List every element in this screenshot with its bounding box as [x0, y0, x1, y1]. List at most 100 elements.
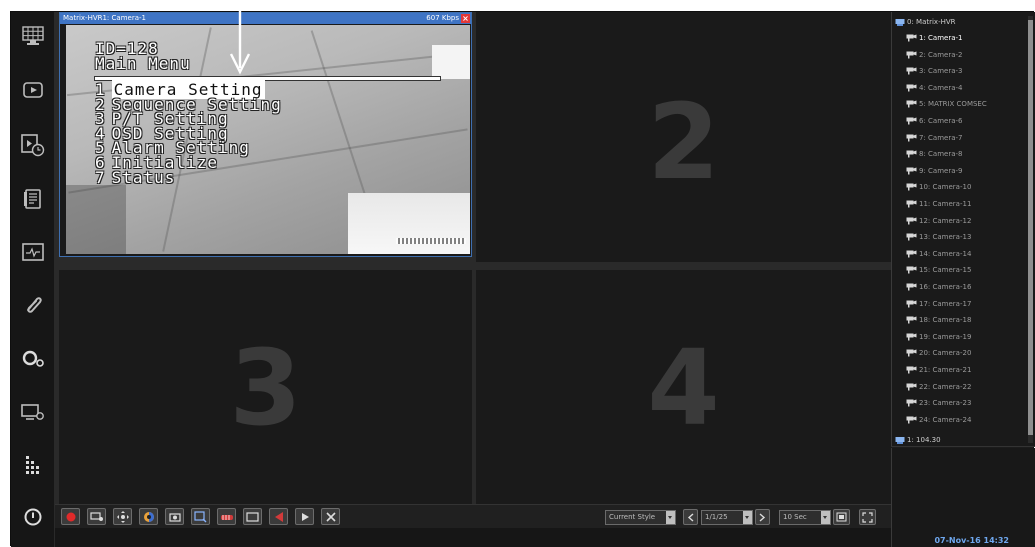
tree-camera-item[interactable]: 5: MATRIX COMSEC [906, 96, 987, 112]
tree-camera-item[interactable]: 12: Camera-12 [906, 213, 971, 229]
tree-camera-item[interactable]: 4: Camera-4 [906, 80, 963, 96]
tree-camera-label: 16: Camera-16 [919, 283, 972, 291]
page-select[interactable]: 1/1/25 [701, 510, 753, 525]
snapshot-icon[interactable] [165, 508, 184, 525]
page-select-value: 1/1/25 [705, 513, 728, 521]
event-log-icon[interactable] [18, 185, 48, 213]
tree-camera-label: 1: Camera-1 [919, 34, 963, 42]
tree-camera-label: 12: Camera-12 [919, 216, 972, 225]
power-icon[interactable] [18, 503, 48, 531]
audio-icon[interactable] [217, 508, 236, 525]
tree-camera-item[interactable]: 6: Camera-6 [906, 113, 963, 129]
tree-camera-item[interactable]: 23: Camera-23 [906, 395, 971, 411]
left-toolbar [11, 12, 55, 547]
tree-camera-item[interactable]: 3: Camera-3 [906, 63, 963, 79]
tree-camera-item[interactable]: 24: Camera-24 [906, 412, 971, 428]
camera-icon [906, 100, 917, 108]
tree-camera-label: 7: Camera-7 [919, 133, 963, 142]
tree-camera-label: 6: Camera-6 [919, 117, 963, 125]
tree-camera-item[interactable]: 17: Camera-17 [906, 296, 971, 312]
alarm-icon[interactable] [269, 508, 288, 525]
tree-camera-label: 13: Camera-13 [919, 233, 972, 242]
play-icon[interactable] [295, 508, 314, 525]
camera-icon [906, 399, 917, 407]
chevron-left-icon[interactable] [683, 509, 698, 525]
camera-icon [906, 316, 917, 324]
pane-number: 3 [229, 327, 302, 449]
fullscreen-icon[interactable] [859, 509, 876, 525]
tree-camera-item[interactable]: 8: Camera-8 [906, 146, 963, 162]
tree-camera-item[interactable]: 11: Camera-11 [906, 196, 971, 212]
ptz-control-icon[interactable] [113, 508, 132, 525]
camera-ptz-icon[interactable] [87, 508, 106, 525]
close-icon[interactable]: × [461, 14, 470, 23]
record-icon[interactable] [61, 508, 80, 525]
camera-icon [906, 383, 917, 391]
tree-camera-label: 9: Camera-9 [919, 166, 963, 175]
pane-title: Matrix-HVR1: Camera-1 [63, 14, 146, 22]
timed-playback-icon[interactable] [18, 131, 48, 159]
tree-camera-label: 17: Camera-17 [919, 299, 972, 308]
chevron-down-icon [666, 511, 675, 524]
matrix-grid-icon[interactable] [18, 451, 48, 479]
device-setup-icon[interactable] [18, 398, 48, 426]
interval-select-value: 10 Sec [783, 513, 807, 521]
tree-root-label: 1: 104.30 [907, 436, 941, 444]
chevron-right-icon[interactable] [755, 509, 770, 525]
tree-camera-label: 14: Camera-14 [919, 249, 972, 258]
full-view-icon[interactable] [243, 508, 262, 525]
system-monitor-icon[interactable] [18, 238, 48, 266]
close-all-icon[interactable] [321, 508, 340, 525]
tree-camera-item[interactable]: 10: Camera-10 [906, 179, 971, 195]
playback-icon[interactable] [18, 76, 48, 104]
attachment-icon[interactable] [18, 290, 48, 318]
tree-camera-item[interactable]: 13: Camera-13 [906, 229, 971, 245]
tree-root-item[interactable]: 0: Matrix-HVR [895, 14, 956, 30]
device-tree: 0: Matrix-HVR 1: Camera-1 2: Camera-2 3: C… [891, 12, 1035, 447]
instant-playback-icon[interactable] [191, 508, 210, 525]
bright-light-patch [348, 193, 470, 254]
ceiling-light [432, 45, 470, 79]
tree-camera-item[interactable]: 22: Camera-22 [906, 379, 971, 395]
tree-camera-item[interactable]: 1: Camera-1 [906, 30, 963, 46]
pane-number: 4 [647, 327, 720, 449]
chevron-down-icon [743, 511, 752, 524]
tree-camera-item[interactable]: 18: Camera-18 [906, 312, 971, 328]
live-view-grid-icon[interactable] [18, 22, 48, 50]
tree-camera-item[interactable]: 19: Camera-19 [906, 329, 971, 345]
tree-camera-label: 22: Camera-22 [919, 382, 972, 391]
recorder-icon [895, 18, 905, 26]
bitrate-label: 607 Kbps [426, 14, 459, 22]
tree-camera-label: 20: Camera-20 [919, 349, 972, 358]
tree-camera-item[interactable]: 9: Camera-9 [906, 163, 963, 179]
tree-camera-item[interactable]: 2: Camera-2 [906, 47, 963, 63]
camera-icon [906, 67, 917, 75]
camera-icon [906, 150, 917, 158]
tree-camera-item[interactable]: 14: Camera-14 [906, 246, 971, 262]
settings-icon[interactable] [18, 345, 48, 373]
camera-icon [906, 183, 917, 191]
tree-camera-label: 21: Camera-21 [919, 366, 972, 374]
color-adjust-icon[interactable] [139, 508, 158, 525]
video-pane-3[interactable]: 3 [59, 270, 472, 504]
video-pane-4[interactable]: 4 [476, 270, 891, 504]
control-bar: Current Style 1/1/25 10 Sec [55, 504, 891, 528]
video-pane-2[interactable]: 2 [476, 12, 891, 262]
video-pane-1[interactable]: Matrix-HVR1: Camera-1 607 Kbps × ID=128 … [59, 12, 472, 257]
camera-icon [906, 117, 917, 125]
tree-root-item[interactable]: 1: 104.30 [895, 432, 941, 446]
tree-camera-label: 24: Camera-24 [919, 415, 972, 424]
tree-camera-item[interactable]: 21: Camera-21 [906, 362, 971, 378]
tree-camera-item[interactable]: 7: Camera-7 [906, 130, 963, 146]
tree-camera-label: 2: Camera-2 [919, 50, 963, 59]
camera-icon [906, 217, 917, 225]
interval-select[interactable]: 10 Sec [779, 510, 831, 525]
tree-camera-item[interactable]: 20: Camera-20 [906, 345, 971, 361]
tree-camera-item[interactable]: 15: Camera-15 [906, 262, 971, 278]
camera-icon [906, 233, 917, 241]
layout-icon[interactable] [833, 509, 850, 525]
style-select[interactable]: Current Style [605, 510, 676, 525]
tree-camera-item[interactable]: 16: Camera-16 [906, 279, 971, 295]
tree-scrollbar-thumb[interactable] [1028, 20, 1033, 435]
tree-root-label: 0: Matrix-HVR [907, 18, 956, 26]
